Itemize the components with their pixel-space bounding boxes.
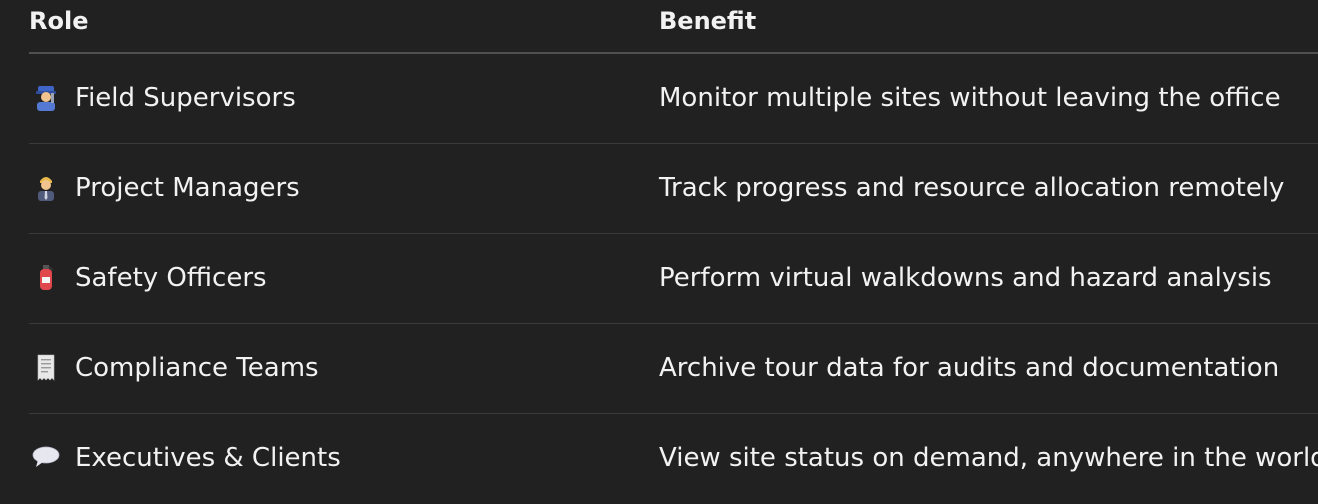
column-header-benefit: Benefit [659, 7, 757, 35]
role-label: Compliance Teams [75, 353, 319, 383]
table-row: Safety Officers Perform virtual walkdown… [29, 234, 1318, 324]
technician-emoji-icon [32, 83, 62, 111]
receipt-emoji-icon [32, 353, 62, 381]
speech-bubble-emoji-icon [32, 443, 62, 471]
role-label: Safety Officers [75, 263, 267, 293]
role-cell: Compliance Teams [29, 353, 319, 383]
benefit-cell: Monitor multiple sites without leaving t… [659, 83, 1281, 113]
benefit-cell: Track progress and resource allocation r… [659, 173, 1285, 203]
benefit-cell: Archive tour data for audits and documen… [659, 353, 1280, 383]
benefit-cell: Perform virtual walkdowns and hazard ana… [659, 263, 1272, 293]
role-label: Project Managers [75, 173, 300, 203]
role-cell: Executives & Clients [29, 443, 341, 473]
table-row: Project Managers Track progress and reso… [29, 144, 1318, 234]
role-label: Field Supervisors [75, 83, 296, 113]
role-label: Executives & Clients [75, 443, 341, 473]
column-header-role: Role [29, 7, 89, 35]
role-benefit-table: Role Benefit Field Supervisors Monitor m… [29, 0, 1318, 504]
benefit-cell: View site status on demand, anywhere in … [659, 443, 1318, 473]
role-cell: Safety Officers [29, 263, 267, 293]
role-cell: Project Managers [29, 173, 300, 203]
table-row: Executives & Clients View site status on… [29, 414, 1318, 504]
table-header-row: Role Benefit [29, 0, 1318, 54]
office-worker-emoji-icon [32, 173, 62, 201]
role-cell: Field Supervisors [29, 83, 296, 113]
table-row: Field Supervisors Monitor multiple sites… [29, 54, 1318, 144]
fire-extinguisher-emoji-icon [32, 263, 62, 291]
table-row: Compliance Teams Archive tour data for a… [29, 324, 1318, 414]
